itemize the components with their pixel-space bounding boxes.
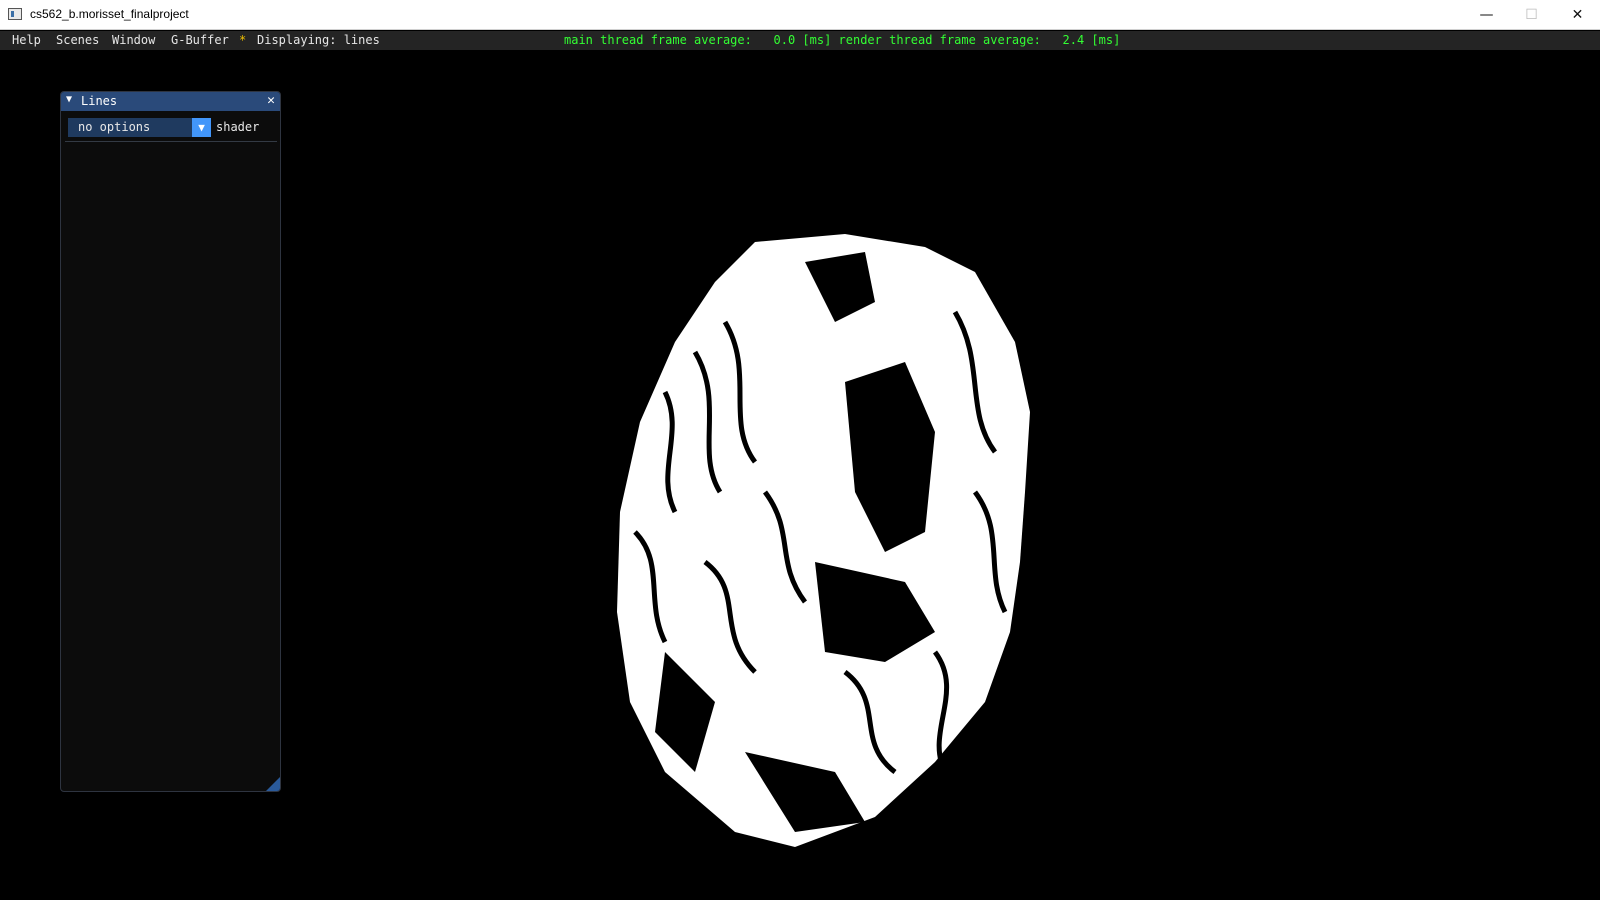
lines-panel-header[interactable]: ▼ Lines ✕ — [61, 92, 280, 111]
window-title-bar: cs562_b.morisset_finalproject — ☐ ✕ — [0, 0, 1600, 30]
lines-panel: ▼ Lines ✕ no options ▼ shader — [60, 91, 281, 792]
resize-grip[interactable] — [266, 777, 280, 791]
app-window-icon[interactable] — [8, 8, 22, 20]
shader-label: shader — [216, 120, 260, 134]
menu-scenes[interactable]: Scenes — [56, 33, 99, 47]
3d-head-render — [617, 234, 1030, 847]
main-menu-bar: Help Scenes Window G-Buffer * Displaying… — [0, 31, 1600, 50]
shader-combo-value: no options — [78, 120, 151, 134]
frame-timing-readout: main thread frame average: 0.0 [ms] rend… — [564, 33, 1121, 47]
minimize-button[interactable]: — — [1464, 0, 1509, 30]
close-icon[interactable]: ✕ — [267, 93, 275, 108]
window-title: cs562_b.morisset_finalproject — [30, 7, 189, 21]
menu-window[interactable]: Window — [112, 33, 155, 47]
panel-separator — [65, 141, 277, 142]
lines-panel-title: Lines — [81, 94, 118, 108]
menu-help[interactable]: Help — [12, 33, 41, 47]
highlight-star: * — [239, 33, 247, 47]
chevron-down-icon[interactable]: ▼ — [192, 118, 211, 137]
menu-gbuffer[interactable]: G-Buffer — [171, 33, 229, 47]
maximize-button[interactable]: ☐ — [1509, 0, 1554, 30]
collapse-triangle-icon[interactable]: ▼ — [66, 94, 72, 105]
shader-combo[interactable]: no options ▼ — [68, 118, 211, 137]
close-window-button[interactable]: ✕ — [1555, 0, 1600, 30]
displaying-label: Displaying: lines — [257, 33, 380, 47]
